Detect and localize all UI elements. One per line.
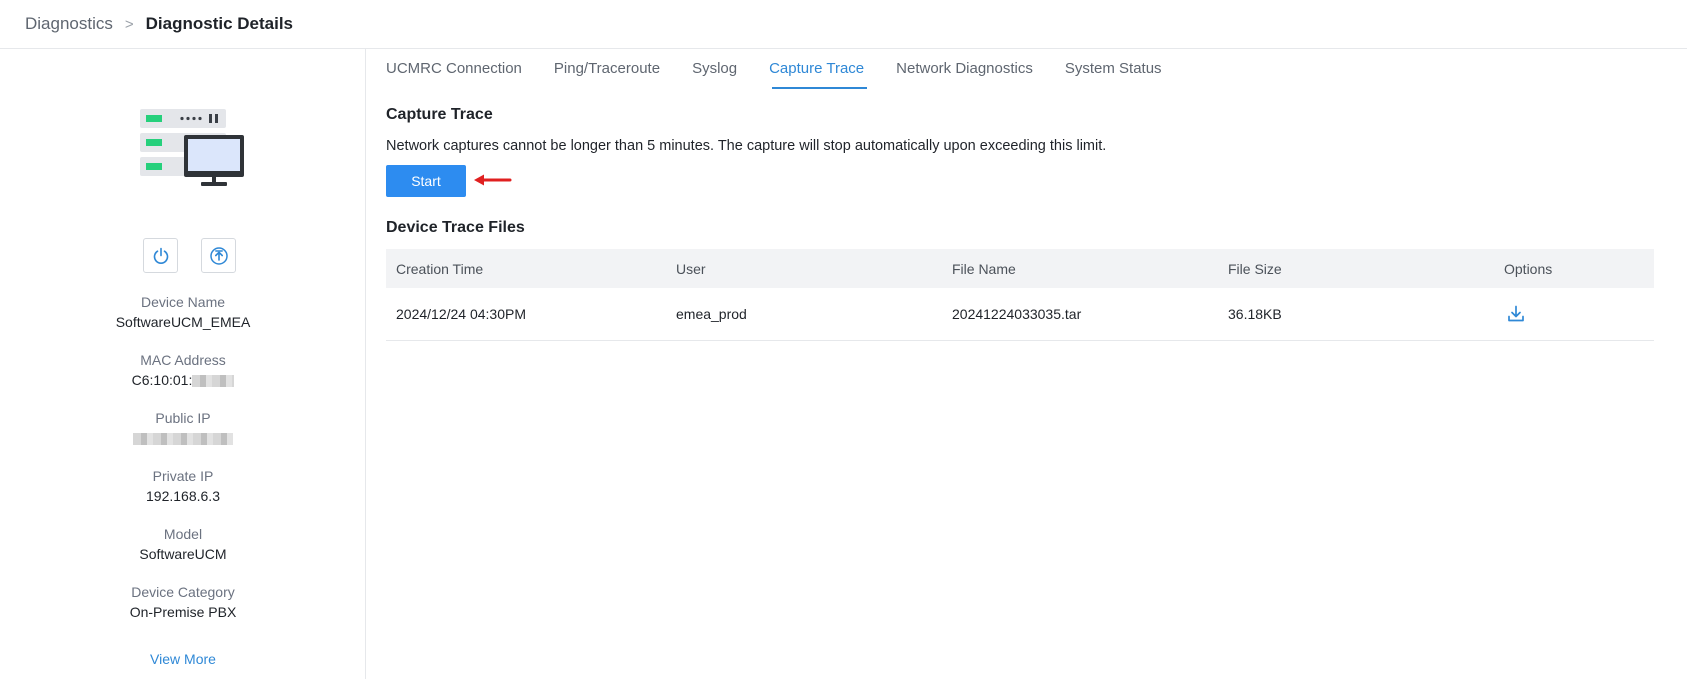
column-user: User [676,260,706,277]
tab-syslog[interactable]: Syslog [692,49,737,89]
cell-options [1494,304,1654,324]
breadcrumb-diagnostics[interactable]: Diagnostics [25,14,113,34]
table-row: 2024/12/24 04:30PM emea_prod 20241224033… [386,288,1654,341]
cell-file-name: 20241224033035.tar [952,306,1082,322]
cell-creation-time: 2024/12/24 04:30PM [396,306,526,322]
mac-address-field: MAC Address C6:10:01: [0,351,366,390]
device-sidebar: Device Name SoftwareUCM_EMEA MAC Address… [0,49,366,679]
reboot-button[interactable] [143,238,178,273]
device-category-label: Device Category [131,584,235,600]
device-trace-files-title: Device Trace Files [386,219,525,236]
tab-system-status[interactable]: System Status [1065,49,1162,89]
device-category-field: Device Category On-Premise PBX [0,583,366,622]
tab-capture-trace[interactable]: Capture Trace [769,49,868,89]
top-bar: Diagnostics > Diagnostic Details [0,0,1687,49]
column-file-size: File Size [1228,260,1282,277]
view-more-link[interactable]: View More [0,651,366,667]
breadcrumb-separator: > [124,15,134,33]
column-options: Options [1504,260,1553,277]
column-creation-time: Creation Time [396,260,484,277]
public-ip-label: Public IP [155,410,211,426]
page-title: Diagnostic Details [145,14,294,33]
public-ip-value [0,428,366,448]
mac-address-label: MAC Address [140,352,226,368]
mac-address-text: C6:10:01: [131,372,193,388]
capture-limit-note: Network captures cannot be longer than 5… [386,138,1107,154]
diagnostic-tabs: UCMRC Connection Ping/Traceroute Syslog … [386,49,1194,89]
start-capture-button[interactable]: Start [386,165,466,197]
tab-ping-traceroute[interactable]: Ping/Traceroute [554,49,660,89]
model-field: Model SoftwareUCM [0,525,366,564]
redacted-mask [133,433,233,446]
device-category-value: On-Premise PBX [129,604,237,620]
device-name-label: Device Name [140,294,226,310]
server-monitor-icon [140,109,244,186]
download-icon[interactable] [1506,304,1526,324]
private-ip-label: Private IP [152,468,214,484]
tab-ucmrc-connection[interactable]: UCMRC Connection [386,49,522,89]
model-label: Model [163,526,203,542]
upgrade-button[interactable] [201,238,236,273]
model-value: SoftwareUCM [139,546,227,562]
upload-icon [209,246,228,265]
power-icon [153,247,168,264]
device-name-field: Device Name SoftwareUCM_EMEA [0,293,366,332]
capture-trace-title: Capture Trace [386,106,493,123]
red-arrow-annotation [474,174,512,186]
column-file-name: File Name [952,260,1016,277]
mac-address-value: C6:10:01: [0,370,366,390]
tab-network-diagnostics[interactable]: Network Diagnostics [896,49,1033,89]
device-actions [143,238,236,273]
redacted-mask [192,375,235,388]
table-header: Creation Time User File Name File Size O… [386,249,1654,288]
cell-user: emea_prod [676,306,747,322]
private-ip-field: Private IP 192.168.6.3 [0,467,366,506]
device-name-value: SoftwareUCM_EMEA [115,314,251,330]
cell-file-size: 36.18KB [1228,306,1282,322]
public-ip-field: Public IP [0,409,366,448]
private-ip-value: 192.168.6.3 [146,488,220,504]
trace-files-table: Creation Time User File Name File Size O… [386,249,1654,341]
